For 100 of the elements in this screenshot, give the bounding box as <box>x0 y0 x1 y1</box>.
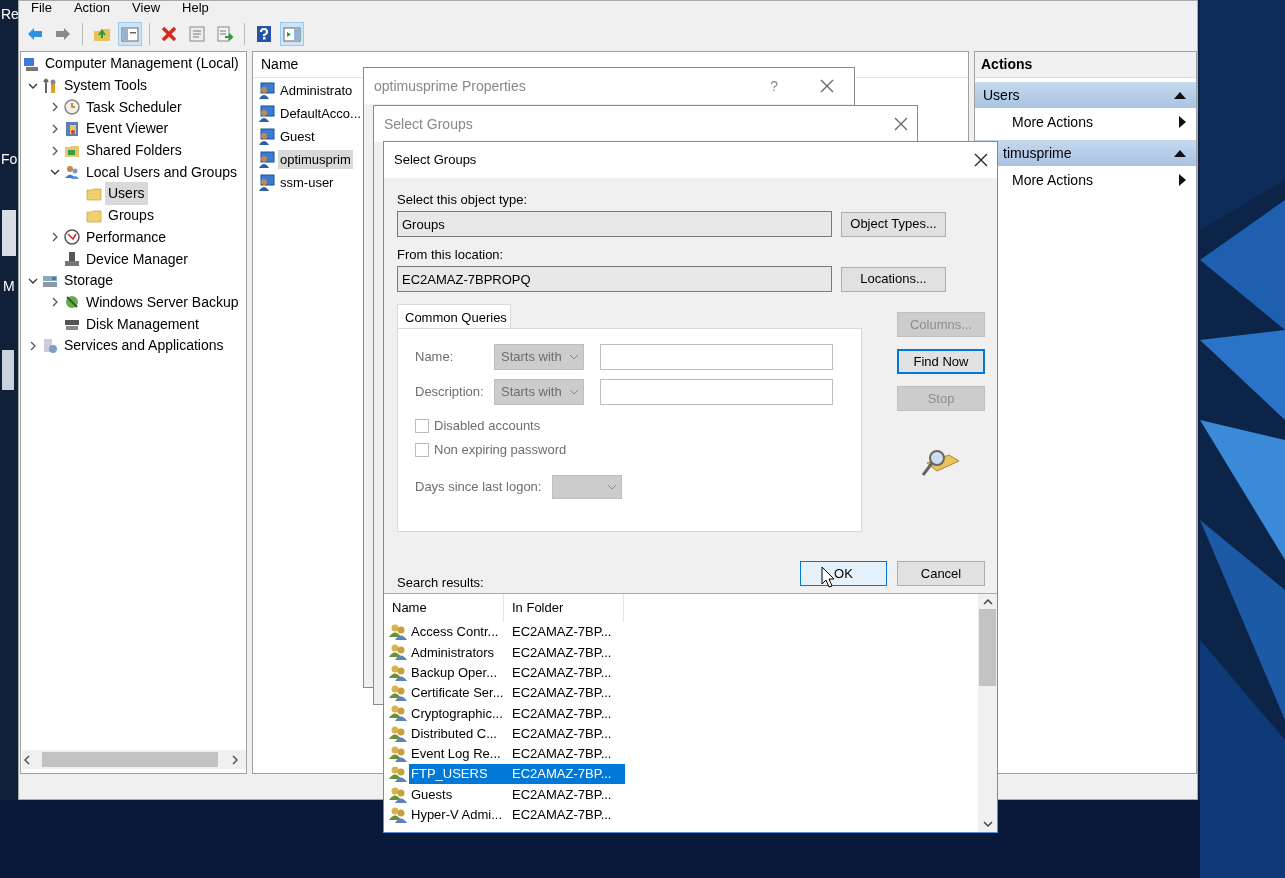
dialog-button[interactable]: Find Now <box>897 349 985 374</box>
name-cell-text: FTP_USERS <box>410 765 489 784</box>
field-label: Description: <box>415 383 485 402</box>
ok-button[interactable]: OK <box>800 561 887 586</box>
dialog-title: Select Groups <box>384 114 473 134</box>
tree-item[interactable]: Shared Folders <box>83 139 185 163</box>
result-row[interactable]: Event Log Re... EC2AMAZ-7BP... <box>409 743 625 764</box>
desktop-icon-label[interactable]: Re <box>1 6 19 22</box>
log-icon <box>64 120 80 137</box>
group-icon <box>389 785 409 804</box>
section-label: Search results: <box>397 573 484 592</box>
object-type-field[interactable]: Groups <box>397 211 832 237</box>
scroll-up-icon[interactable] <box>982 598 993 605</box>
locations-button[interactable]: Locations... <box>841 266 946 292</box>
tree-item[interactable]: Local Users and Groups <box>83 160 240 184</box>
result-row[interactable]: FTP_USERS EC2AMAZ-7BP... <box>409 764 625 785</box>
computer-icon <box>23 55 39 72</box>
result-row[interactable]: Distributed C... EC2AMAZ-7BP... <box>409 723 625 744</box>
dialog-title: optimusprime Properties <box>374 76 526 96</box>
users-icon <box>64 164 80 181</box>
checkbox-label: Disabled accounts <box>434 417 541 436</box>
scroll-right-icon[interactable] <box>230 754 240 765</box>
action-link[interactable]: More Actions <box>1012 111 1093 133</box>
result-row[interactable]: Guests EC2AMAZ-7BP... <box>409 784 625 805</box>
tree-item[interactable]: Users <box>105 182 148 206</box>
tree-item[interactable]: Windows Server Backup <box>83 290 242 314</box>
cancel-button[interactable]: Cancel <box>897 561 985 586</box>
folder-cell-text: EC2AMAZ-7BP... <box>511 724 613 743</box>
name-cell-text: Distributed C... <box>410 724 498 743</box>
delete-icon <box>160 25 178 43</box>
tree-item[interactable]: Services and Applications <box>61 334 227 358</box>
tree-item[interactable]: Performance <box>83 225 170 249</box>
scroll-left-icon[interactable] <box>22 754 32 765</box>
collapse-icon[interactable] <box>1174 91 1186 99</box>
submenu-arrow-icon <box>1179 174 1186 186</box>
tree-item[interactable]: Task Scheduler <box>83 95 185 119</box>
folder-cell-text: EC2AMAZ-7BP... <box>511 745 613 764</box>
desktop-icon-label[interactable]: Fo <box>1 151 18 167</box>
folder-cell-text: EC2AMAZ-7BP... <box>511 643 613 662</box>
list-item[interactable]: Guest <box>278 126 317 147</box>
group-icon <box>389 704 409 723</box>
close-icon[interactable] <box>974 153 988 167</box>
services-icon <box>42 337 58 354</box>
desktop-icon-label[interactable]: M <box>3 278 15 294</box>
gauge-icon <box>64 229 80 246</box>
help-button[interactable]: ? <box>770 75 778 97</box>
menu-item[interactable]: View <box>132 1 161 17</box>
tools-icon <box>42 77 58 94</box>
folder-cell-text: EC2AMAZ-7BP... <box>511 785 613 804</box>
menu-item[interactable]: File <box>31 1 52 17</box>
group-icon <box>389 663 409 682</box>
result-row[interactable]: Backup Oper... EC2AMAZ-7BP... <box>409 662 625 683</box>
help-icon <box>255 25 273 43</box>
scrollbar[interactable] <box>978 594 997 832</box>
action-section-header[interactable]: Users <box>975 82 1196 108</box>
name-cell-text: Administrators <box>410 643 496 662</box>
cursor-icon <box>821 566 835 588</box>
menu-item[interactable]: Action <box>73 1 111 17</box>
list-item[interactable]: ssm-user <box>278 172 336 193</box>
dialog-title: Select Groups <box>394 151 477 170</box>
list-item[interactable]: DefaultAcco... <box>278 103 363 124</box>
tab[interactable]: Common Queries <box>397 304 511 328</box>
result-row[interactable]: Cryptographic... EC2AMAZ-7BP... <box>409 703 625 724</box>
submenu-arrow-icon <box>1179 116 1186 128</box>
dropdown-value: Starts with <box>501 348 562 367</box>
scrollbar[interactable] <box>22 750 246 769</box>
tree-item[interactable]: System Tools <box>61 74 150 98</box>
user-icon <box>258 82 275 99</box>
result-row[interactable]: Hyper-V Admi... EC2AMAZ-7BP... <box>409 804 625 825</box>
tree-item[interactable]: Event Viewer <box>83 117 172 141</box>
group-icon <box>389 724 409 743</box>
tree-item[interactable]: Computer Management (Local) <box>42 52 242 76</box>
location-field[interactable]: EC2AMAZ-7BPROPQ <box>397 266 832 292</box>
column-header[interactable]: In Folder <box>504 594 624 622</box>
tree-item[interactable]: Disk Management <box>83 312 202 336</box>
list-item[interactable]: Administrato <box>278 80 355 101</box>
folder-cell-text: EC2AMAZ-7BP... <box>511 623 613 642</box>
tree-item[interactable]: Device Manager <box>83 247 191 271</box>
tree-item[interactable]: Groups <box>105 204 157 228</box>
folder-cell-text: EC2AMAZ-7BP... <box>511 806 613 825</box>
result-row[interactable]: Certificate Ser... EC2AMAZ-7BP... <box>409 683 625 704</box>
menu-item[interactable]: Help <box>182 1 209 17</box>
user-icon <box>258 174 275 191</box>
group-icon <box>389 744 409 763</box>
action-link[interactable]: More Actions <box>1012 169 1093 191</box>
column-header[interactable]: Name <box>261 54 299 75</box>
name-cell-text: Access Contr... <box>410 623 500 642</box>
object-types-button[interactable]: Object Types... <box>841 211 946 237</box>
tree-item[interactable]: Storage <box>61 269 117 293</box>
result-row[interactable]: Administrators EC2AMAZ-7BP... <box>409 642 625 663</box>
name-cell-text: Backup Oper... <box>410 664 498 682</box>
list-item[interactable]: optimusprim <box>278 149 353 170</box>
field-label: Days since last logon: <box>415 478 543 497</box>
result-row[interactable]: Access Contr... EC2AMAZ-7BP... <box>409 622 625 643</box>
action-section-header[interactable]: timusprime <box>975 140 1196 166</box>
scroll-down-icon[interactable] <box>982 821 993 828</box>
column-header[interactable]: Name <box>384 594 504 622</box>
collapse-icon[interactable] <box>1174 149 1186 157</box>
action-pane-icon <box>283 25 301 43</box>
forward-icon <box>54 25 72 43</box>
